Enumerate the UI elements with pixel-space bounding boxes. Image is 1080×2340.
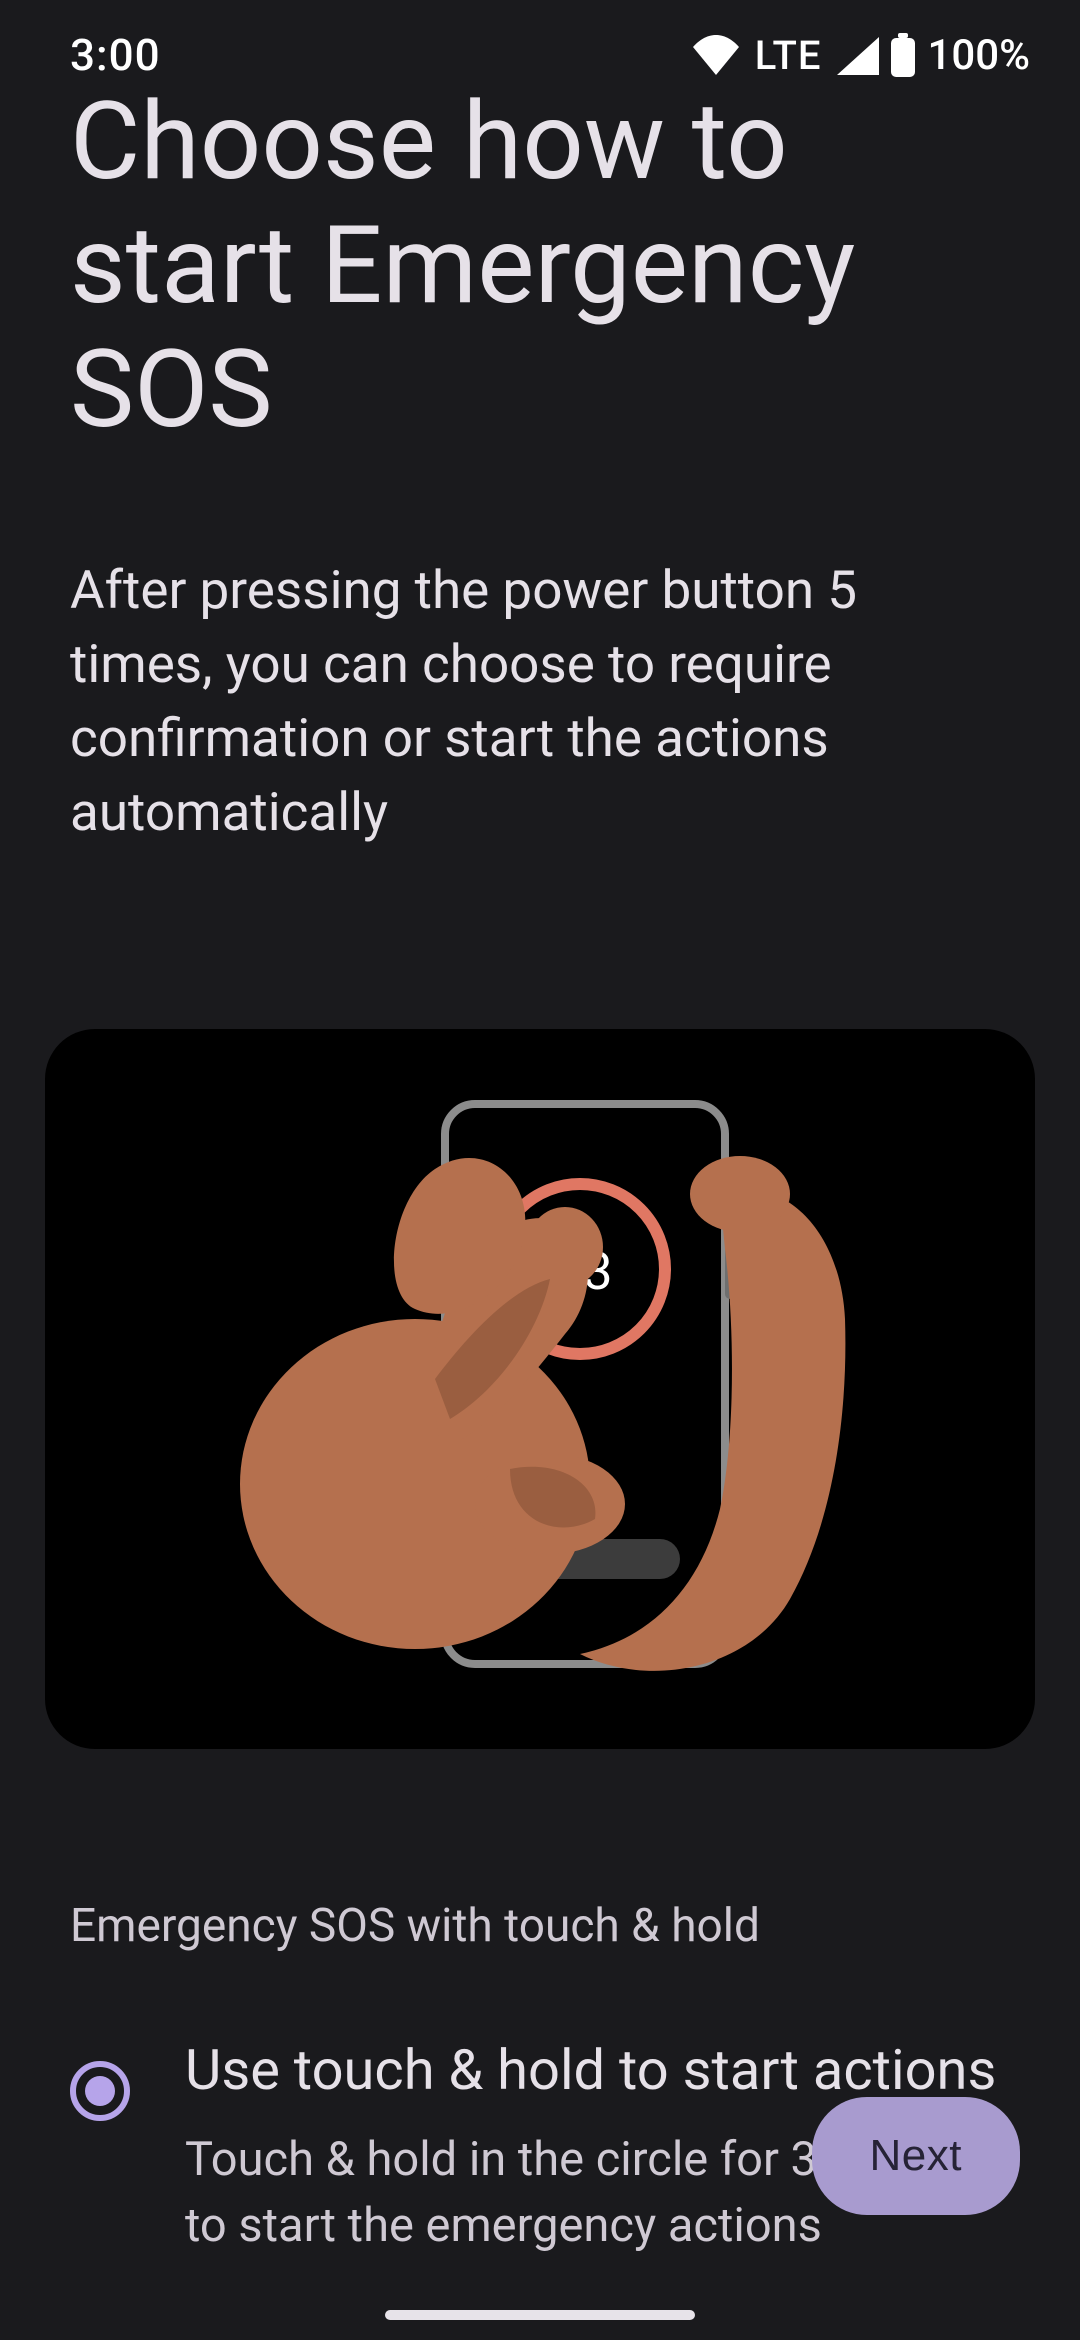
wifi-icon [691,35,741,75]
status-right: LTE 100% [691,31,1030,80]
illustration-card: ✕ 3 [45,1029,1035,1749]
touch-hold-illustration: ✕ 3 [180,1079,900,1699]
next-button[interactable]: Next [812,2097,1020,2215]
status-time: 3:00 [70,29,161,81]
page-title: Choose how to start Emergency SOS [70,80,1010,453]
battery-percent: 100% [927,31,1030,80]
section-label: Emergency SOS with touch & hold [70,1899,1010,1953]
nav-handle[interactable] [385,2310,695,2320]
signal-icon [835,35,879,75]
battery-icon [889,33,917,77]
radio-selected-icon[interactable] [70,2061,130,2121]
page-subtitle: After pressing the power button 5 times,… [70,553,1010,850]
main-content: Choose how to start Emergency SOS After … [0,80,1080,849]
network-type: LTE [755,32,822,79]
